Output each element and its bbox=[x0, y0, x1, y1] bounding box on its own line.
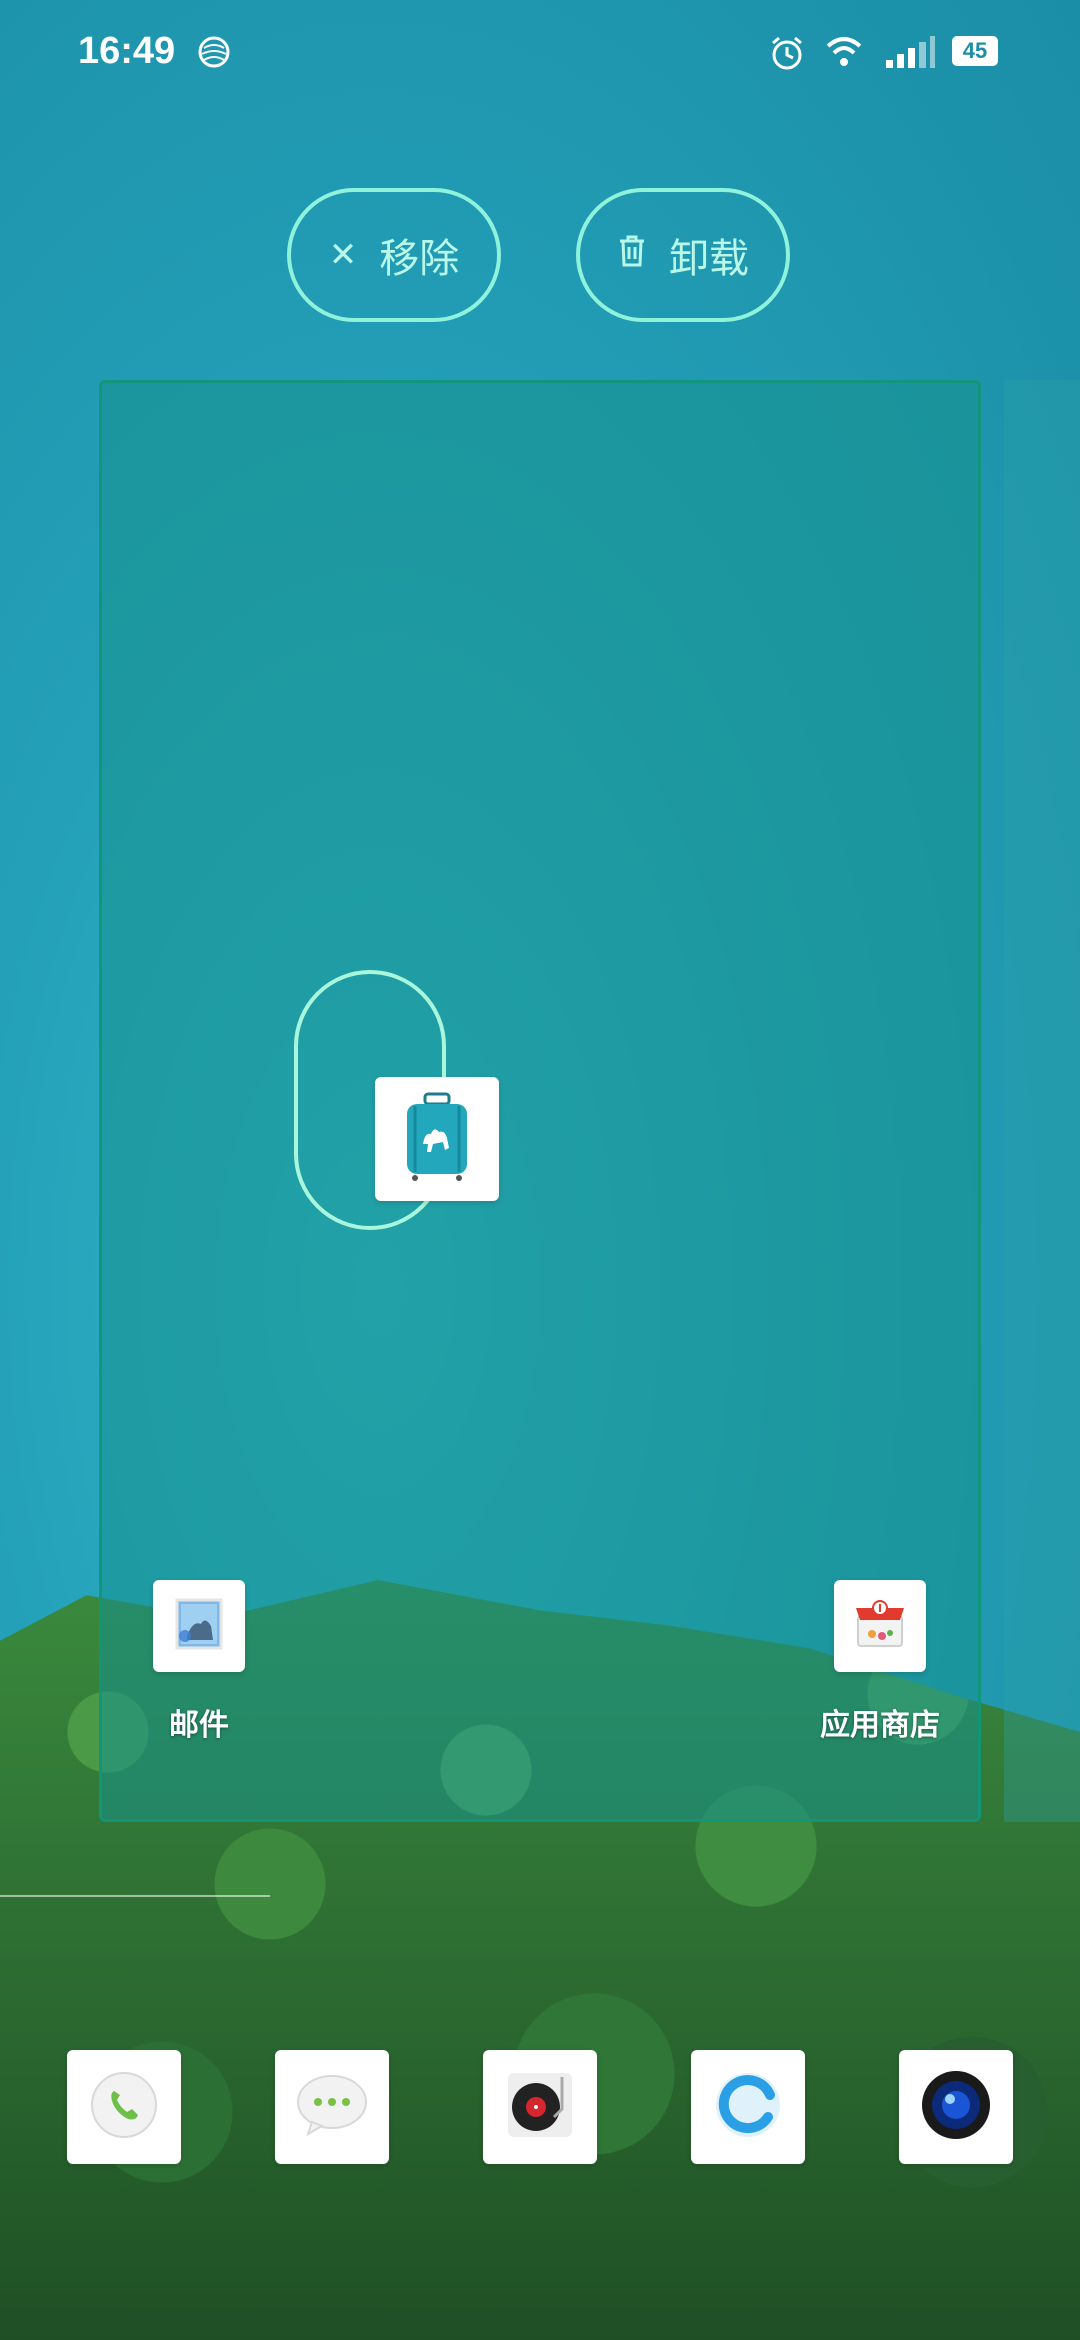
uninstall-button[interactable]: 卸载 bbox=[576, 188, 790, 322]
wifi-icon bbox=[824, 34, 864, 75]
status-bar: 16:49 45 bbox=[0, 0, 1080, 110]
status-time: 16:49 bbox=[78, 30, 176, 72]
mail-label: 邮件 bbox=[169, 1708, 229, 1743]
next-page-preview[interactable] bbox=[1004, 380, 1080, 1822]
dock-messages-app[interactable] bbox=[275, 2050, 389, 2164]
signal-icon bbox=[884, 36, 936, 75]
music-icon bbox=[502, 2067, 578, 2147]
browser-icon bbox=[710, 2067, 786, 2147]
uninstall-label: 卸载 bbox=[669, 236, 749, 282]
page-indicator-line bbox=[0, 1895, 270, 1897]
dock-phone-app[interactable] bbox=[67, 2050, 181, 2164]
camera-icon bbox=[918, 2067, 994, 2147]
mail-app[interactable] bbox=[153, 1580, 245, 1672]
mail-icon bbox=[171, 1596, 227, 1656]
dragging-app[interactable] bbox=[375, 1077, 499, 1201]
app-store-app[interactable] bbox=[834, 1580, 926, 1672]
phone-icon bbox=[88, 2069, 160, 2145]
carrier-icon bbox=[196, 34, 232, 75]
app-store-label: 应用商店 bbox=[820, 1708, 940, 1743]
dock-browser-app[interactable] bbox=[691, 2050, 805, 2164]
dock-camera-app[interactable] bbox=[899, 2050, 1013, 2164]
dock-music-app[interactable] bbox=[483, 2050, 597, 2164]
close-icon: ✕ bbox=[328, 235, 358, 275]
remove-button[interactable]: ✕ 移除 bbox=[287, 188, 501, 322]
app-store-icon bbox=[850, 1594, 910, 1658]
messages-icon bbox=[294, 2072, 370, 2142]
trash-icon bbox=[617, 234, 647, 277]
travel-suitcase-icon bbox=[401, 1092, 473, 1186]
battery-icon: 45 bbox=[952, 36, 998, 66]
alarm-icon bbox=[768, 34, 806, 77]
remove-label: 移除 bbox=[379, 236, 460, 282]
